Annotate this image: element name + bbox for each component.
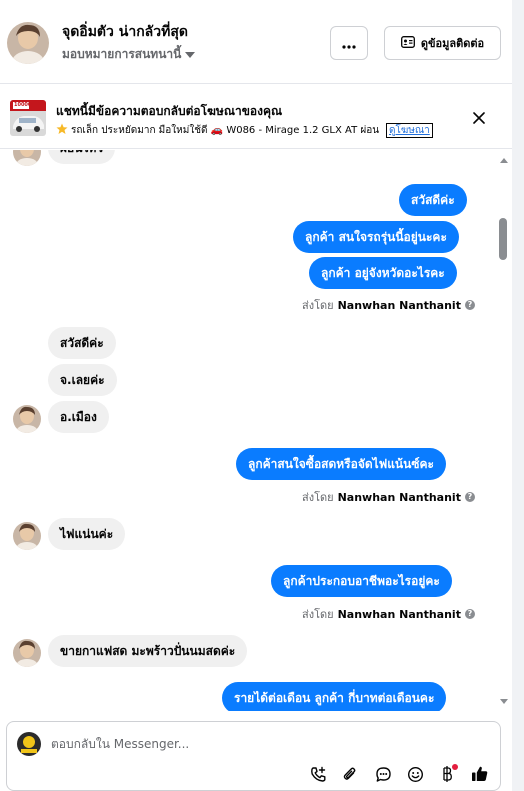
sent-by-label: ส่งโดย Nanwhan Nanthanit ? (302, 488, 475, 506)
call-add-button[interactable] (308, 766, 328, 786)
scroll-down-arrow-icon[interactable] (500, 699, 508, 704)
scrollbar-thumb[interactable] (499, 218, 507, 260)
thumbs-up-icon (471, 765, 489, 787)
like-button[interactable] (470, 766, 490, 786)
sent-by-prefix: ส่งโดย (302, 299, 334, 312)
view-contact-info-button[interactable]: ดูข้อมูลติดต่อ (384, 26, 501, 60)
payment-button[interactable] (437, 764, 458, 786)
contact-avatar-small (13, 150, 41, 166)
reply-input[interactable] (51, 734, 471, 754)
assign-label: มอบหมายการสนทนานี้ (62, 47, 182, 61)
contact-info-label: ดูข้อมูลติดต่อ (420, 37, 485, 50)
ad-reply-banner: 10000 แชทนี้มีข้อความตอบกลับต่อโฆษณาของค… (0, 85, 512, 149)
ad-thumb-price: 10000 (14, 102, 32, 108)
conversation-header: จุดอิ่มตัว น่ากลัวที่สุด มอบหมายการสนทนา… (0, 0, 512, 84)
message-bubble-outgoing[interactable]: ลูกค้า อยู่จังหวัดอะไรคะ (309, 257, 457, 289)
saved-replies-button[interactable] (373, 766, 393, 786)
caret-down-icon (185, 48, 196, 62)
phone-plus-icon (310, 766, 327, 787)
contact-avatar-small[interactable] (13, 405, 41, 433)
view-ad-link[interactable]: ดูโฆษณา (386, 122, 433, 138)
ad-banner-title: แชทนี้มีข้อความตอบกลับต่อโฆษณาของคุณ (56, 104, 283, 118)
info-icon[interactable]: ? (464, 609, 475, 619)
more-options-button[interactable] (330, 26, 368, 60)
message-bubble-incoming[interactable]: ขายกาแฟสด มะพร้าวปั่นนมสดค่ะ (48, 635, 248, 667)
message-bubble-outgoing[interactable]: ลูกค้าประกอบอาชีพอะไรอยู่คะ (271, 565, 452, 597)
sender-name[interactable]: Nanwhan Nanthanit (338, 491, 461, 504)
message-bubble-incoming[interactable]: สวัสดีค่ะ (48, 327, 116, 359)
emoji-button[interactable] (405, 766, 425, 786)
sent-by-label: ส่งโดย Nanwhan Nanthanit ? (302, 296, 475, 314)
ad-details-row: รถเล็ก ประหยัดมาก มือใหม่ใช้ดี 🚗 W086 - … (56, 122, 448, 138)
message-clip: รายได้ต่อเดือน ลูกค้า กี่บาทต่อเดือนคะ (0, 680, 496, 711)
contact-card-icon (400, 35, 415, 51)
paperclip-icon (342, 766, 358, 787)
more-icon (342, 34, 356, 53)
contact-avatar-small[interactable] (13, 639, 41, 667)
reply-composer (6, 721, 501, 791)
chat-bubble-icon (375, 766, 392, 787)
info-icon[interactable]: ? (464, 492, 475, 502)
contact-avatar-small[interactable] (13, 522, 41, 550)
contact-avatar[interactable] (7, 22, 49, 64)
notification-dot (452, 764, 458, 770)
message-bubble-incoming[interactable]: ผ่อนไหว (48, 150, 116, 164)
message-clip: ผ่อนไหว (0, 150, 496, 170)
close-banner-button[interactable] (469, 108, 489, 128)
info-icon[interactable]: ? (464, 300, 475, 310)
message-bubble-incoming[interactable]: อ.เมือง (48, 401, 109, 433)
ad-thumbnail[interactable]: 10000 (10, 100, 46, 136)
ad-description: รถเล็ก ประหยัดมาก มือใหม่ใช้ดี 🚗 W086 - … (71, 124, 383, 136)
message-bubble-outgoing[interactable]: ลูกค้าสนใจซื้อสดหรือจัดไฟแน้นซ์คะ (236, 448, 446, 480)
sent-by-prefix: ส่งโดย (302, 491, 334, 504)
page-avatar (17, 732, 41, 756)
message-bubble-outgoing[interactable]: รายได้ต่อเดือน ลูกค้า กี่บาทต่อเดือนคะ (222, 682, 447, 711)
message-bubble-outgoing[interactable]: ลูกค้า สนใจรถรุ่นนี้อยู่นะคะ (293, 221, 459, 253)
sender-name[interactable]: Nanwhan Nanthanit (338, 608, 461, 621)
star-icon (56, 123, 68, 138)
attach-button[interactable] (340, 766, 360, 786)
scroll-up-arrow-icon[interactable] (500, 158, 508, 163)
smiley-icon (407, 766, 424, 787)
sender-name[interactable]: Nanwhan Nanthanit (338, 299, 461, 312)
message-bubble-incoming[interactable]: จ.เลยค่ะ (48, 364, 117, 396)
message-bubble-incoming[interactable]: ไฟแน่นค่ะ (48, 518, 126, 550)
contact-name[interactable]: จุดอิ่มตัว น่ากลัวที่สุด (62, 21, 188, 43)
message-bubble-outgoing[interactable]: สวัสดีค่ะ (399, 184, 467, 216)
assign-conversation-dropdown[interactable]: มอบหมายการสนทนานี้ (62, 45, 196, 64)
window-edge (512, 0, 524, 791)
sent-by-prefix: ส่งโดย (302, 608, 334, 621)
sent-by-label: ส่งโดย Nanwhan Nanthanit ? (302, 605, 475, 623)
close-icon (473, 109, 485, 128)
